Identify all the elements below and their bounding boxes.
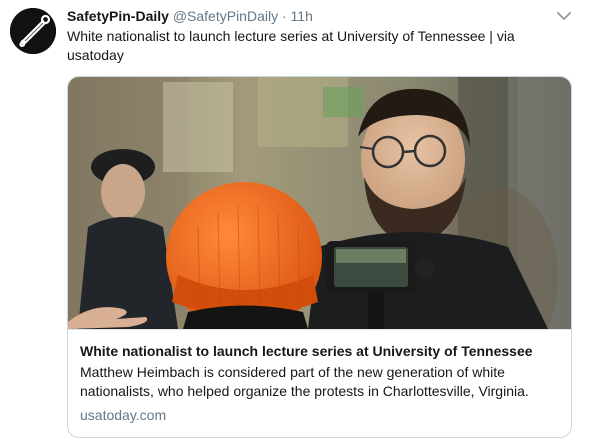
news-photo	[68, 77, 571, 367]
safety-pin-icon	[10, 8, 56, 54]
card-description: Matthew Heimbach is considered part of t…	[80, 364, 529, 399]
user-handle[interactable]: @SafetyPinDaily	[173, 8, 278, 24]
more-options-button[interactable]	[556, 9, 572, 23]
card-body[interactable]: White nationalist to launch lecture seri…	[68, 329, 571, 437]
chevron-down-icon	[557, 12, 571, 20]
card-title[interactable]: White nationalist to launch lecture seri…	[80, 342, 565, 360]
timestamp[interactable]: 11h	[291, 8, 313, 24]
card-domain[interactable]: usatoday.com	[80, 406, 166, 424]
tweet-header: SafetyPin-Daily @SafetyPinDaily · 11h	[67, 7, 313, 25]
display-name[interactable]: SafetyPin-Daily	[67, 8, 169, 24]
card-image[interactable]	[68, 77, 571, 367]
link-card[interactable]: White nationalist to launch lecture seri…	[67, 76, 572, 438]
avatar[interactable]	[10, 8, 56, 54]
tweet-text: White nationalist to launch lecture seri…	[67, 28, 515, 63]
separator-dot: ·	[281, 8, 287, 24]
